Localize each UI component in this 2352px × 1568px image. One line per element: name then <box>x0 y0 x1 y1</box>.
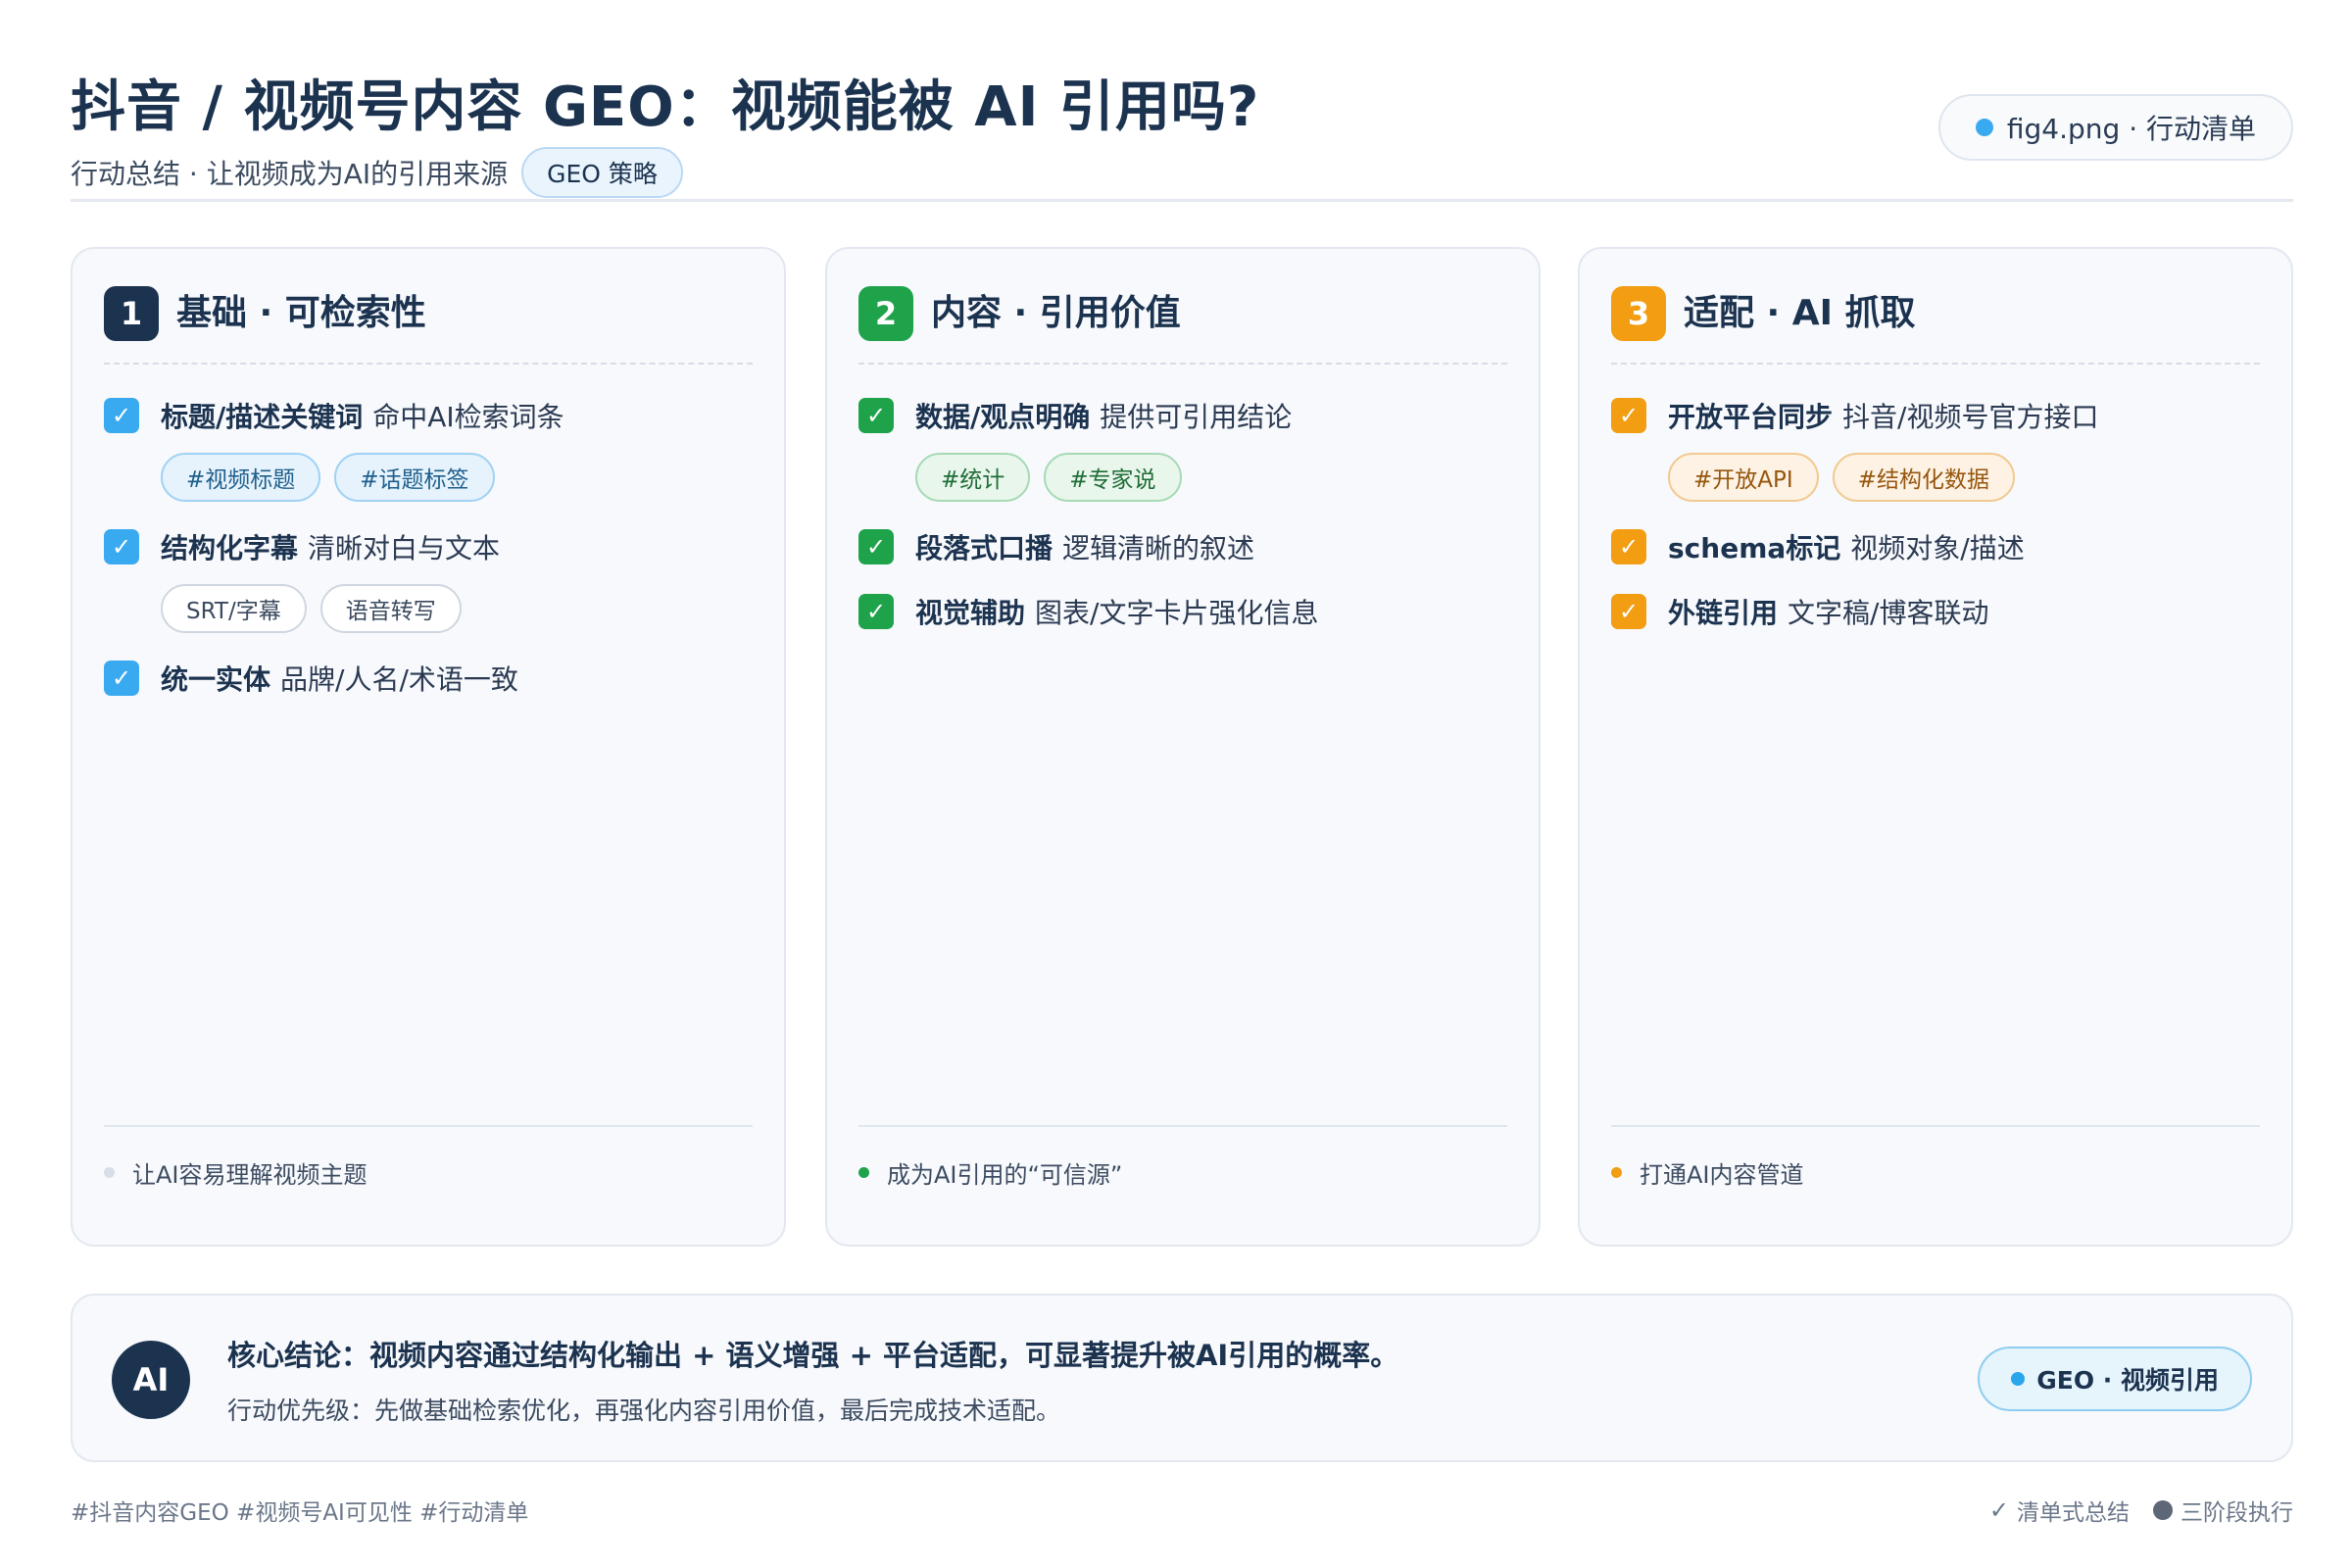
item-title: 标题/描述关键词 <box>161 401 364 433</box>
file-label-pill: fig4.png · 行动清单 <box>1937 94 2293 161</box>
page-title: 抖音 / 视频号内容 GEO：视频能被 AI 引用吗? <box>71 75 1260 139</box>
item-description: 清晰对白与文本 <box>308 532 501 564</box>
legend-item-phases: 三阶段执行 <box>2153 1494 2293 1527</box>
item-description: 抖音/视频号官方接口 <box>1842 401 2099 433</box>
checklist-item: ✓ schema标记 视频对象/描述 <box>1611 527 2260 566</box>
item-title: 结构化字幕 <box>161 532 299 564</box>
page-subtitle: 行动总结 · 让视频成为AI的引用来源 <box>71 158 509 190</box>
checkbox-checked-icon[interactable]: ✓ <box>1611 594 1646 629</box>
checkbox-checked-icon[interactable]: ✓ <box>858 529 894 564</box>
footer-legend: ✓ 清单式总结 三阶段执行 <box>1989 1494 2293 1527</box>
subtitle-row: 行动总结 · 让视频成为AI的引用来源 GEO 策略 <box>71 147 683 198</box>
step-number-badge: 3 <box>1611 286 1666 341</box>
checkbox-checked-icon[interactable]: ✓ <box>104 661 139 696</box>
checklist-item: ✓ 视觉辅助 图表/文字卡片强化信息 <box>858 592 1507 631</box>
checkbox-checked-icon[interactable]: ✓ <box>1611 398 1646 433</box>
item-description: 品牌/人名/术语一致 <box>280 663 518 696</box>
column-card-foundation: 1 基础 · 可检索性 ✓ 标题/描述关键词 命中AI检索词条 #视频标题 #话… <box>71 247 786 1247</box>
legend-item-checklist: ✓ 清单式总结 <box>1989 1494 2130 1527</box>
topic-pill: GEO · 视频引用 <box>1978 1347 2252 1411</box>
checklist-item: ✓ 统一实体 品牌/人名/术语一致 <box>104 659 753 698</box>
column-card-content: 2 内容 · 引用价值 ✓ 数据/观点明确 提供可引用结论 #统计 #专家说 ✓… <box>825 247 1541 1247</box>
column-header: 3 适配 · AI 抓取 <box>1611 286 2260 365</box>
item-description: 命中AI检索词条 <box>372 401 564 433</box>
tag: #话题标签 <box>334 453 495 502</box>
item-description: 图表/文字卡片强化信息 <box>1035 597 1319 629</box>
legend-label: 三阶段执行 <box>2180 1500 2293 1526</box>
item-title: 开放平台同步 <box>1668 401 1834 433</box>
status-dot-icon <box>2011 1372 2026 1386</box>
checklist-item: ✓ 数据/观点明确 提供可引用结论 #统计 #专家说 <box>858 396 1507 502</box>
legend-label: 清单式总结 <box>2017 1500 2130 1526</box>
column-footer-text: 成为AI引用的“可信源” <box>887 1160 1123 1189</box>
check-icon: ✓ <box>1988 1496 2009 1524</box>
column-footer: 让AI容易理解视频主题 <box>104 1125 753 1213</box>
item-title: 段落式口播 <box>915 532 1054 564</box>
checklist-item: ✓ 外链引用 文字稿/博客联动 <box>1611 592 2260 631</box>
item-title: 视觉辅助 <box>915 597 1026 629</box>
item-description: 提供可引用结论 <box>1100 401 1293 433</box>
conclusion-sub-text: 行动优先级：先做基础检索优化，再强化内容引用价值，最后完成技术适配。 <box>227 1396 1061 1425</box>
hashtag-footer: #抖音内容GEO #视频号AI可见性 #行动清单 <box>71 1500 529 1526</box>
tag: #结构化数据 <box>1832 453 2015 502</box>
bullet-dot-icon <box>104 1166 115 1178</box>
checklist: ✓ 开放平台同步 抖音/视频号官方接口 #开放API #结构化数据 ✓ sche… <box>1611 396 2260 657</box>
tag-list: #开放API #结构化数据 <box>1668 453 2260 502</box>
column-header: 1 基础 · 可检索性 <box>104 286 753 365</box>
tag: #视频标题 <box>161 453 321 502</box>
column-title: 适配 · AI 抓取 <box>1684 293 1916 333</box>
header: 抖音 / 视频号内容 GEO：视频能被 AI 引用吗? 行动总结 · 让视频成为… <box>71 57 2293 202</box>
checkbox-checked-icon[interactable]: ✓ <box>104 398 139 433</box>
checkbox-checked-icon[interactable]: ✓ <box>858 398 894 433</box>
tag: SRT/字幕 <box>161 584 307 633</box>
item-description: 文字稿/博客联动 <box>1788 597 1989 629</box>
column-title: 内容 · 引用价值 <box>931 293 1181 333</box>
column-footer-text: 让AI容易理解视频主题 <box>132 1160 368 1189</box>
column-title: 基础 · 可检索性 <box>176 293 426 333</box>
status-dot-icon <box>1975 119 1993 136</box>
step-number-badge: 1 <box>104 286 159 341</box>
item-title: 统一实体 <box>161 663 271 696</box>
file-label: fig4.png · 行动清单 <box>2006 113 2256 145</box>
step-number-badge: 2 <box>858 286 913 341</box>
tag-list: SRT/字幕 语音转写 <box>161 584 753 633</box>
checkbox-checked-icon[interactable]: ✓ <box>1611 529 1646 564</box>
checkbox-checked-icon[interactable]: ✓ <box>104 529 139 564</box>
column-footer-text: 打通AI内容管道 <box>1640 1160 1804 1189</box>
checklist-item: ✓ 标题/描述关键词 命中AI检索词条 #视频标题 #话题标签 <box>104 396 753 502</box>
column-footer: 打通AI内容管道 <box>1611 1125 2260 1213</box>
checklist: ✓ 标题/描述关键词 命中AI检索词条 #视频标题 #话题标签 ✓ 结构化字幕 … <box>104 396 753 723</box>
ai-avatar: AI <box>112 1341 190 1419</box>
item-title: schema标记 <box>1668 532 1841 564</box>
checklist-item: ✓ 开放平台同步 抖音/视频号官方接口 #开放API #结构化数据 <box>1611 396 2260 502</box>
checklist-item: ✓ 段落式口播 逻辑清晰的叙述 <box>858 527 1507 566</box>
tag: #统计 <box>915 453 1031 502</box>
item-title: 数据/观点明确 <box>915 401 1091 433</box>
conclusion-main-text: 核心结论：视频内容通过结构化输出 + 语义增强 + 平台适配，可显著提升被AI引… <box>227 1339 1399 1372</box>
column-footer: 成为AI引用的“可信源” <box>858 1125 1507 1213</box>
topic-pill-label: GEO · 视频引用 <box>2036 1366 2219 1395</box>
bullet-dot-icon <box>1611 1166 1622 1178</box>
item-title: 外链引用 <box>1668 597 1779 629</box>
column-header: 2 内容 · 引用价值 <box>858 286 1507 365</box>
column-card-adaptation: 3 适配 · AI 抓取 ✓ 开放平台同步 抖音/视频号官方接口 #开放API … <box>1578 247 2293 1247</box>
item-description: 视频对象/描述 <box>1850 532 2025 564</box>
checkbox-checked-icon[interactable]: ✓ <box>858 594 894 629</box>
item-description: 逻辑清晰的叙述 <box>1062 532 1255 564</box>
tag: #开放API <box>1668 453 1819 502</box>
tag-list: #视频标题 #话题标签 <box>161 453 753 502</box>
tag-list: #统计 #专家说 <box>915 453 1507 502</box>
bullet-dot-icon <box>858 1166 869 1178</box>
strategy-badge: GEO 策略 <box>521 147 683 198</box>
conclusion-panel: AI 核心结论：视频内容通过结构化输出 + 语义增强 + 平台适配，可显著提升被… <box>71 1294 2293 1462</box>
tag: #专家说 <box>1044 453 1182 502</box>
checklist: ✓ 数据/观点明确 提供可引用结论 #统计 #专家说 ✓ 段落式口播 逻辑清晰的… <box>858 396 1507 657</box>
tag: 语音转写 <box>319 584 462 633</box>
checklist-item: ✓ 结构化字幕 清晰对白与文本 SRT/字幕 语音转写 <box>104 527 753 633</box>
circle-icon <box>2153 1500 2173 1520</box>
